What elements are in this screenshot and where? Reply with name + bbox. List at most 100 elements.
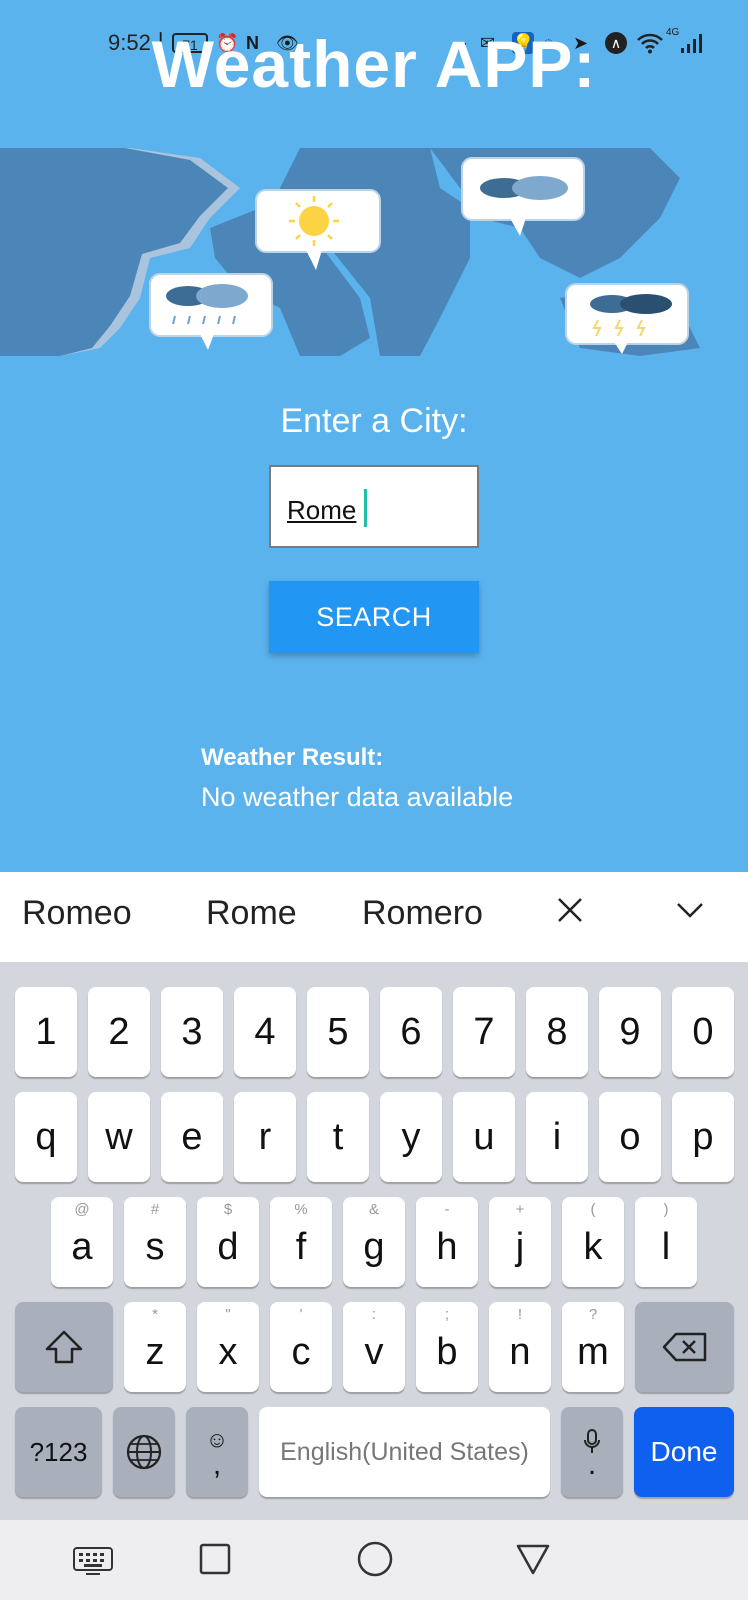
key-label: x [218,1330,238,1373]
shift-icon [45,1330,83,1364]
key-label: k [583,1225,603,1268]
key-hint: ( [590,1201,596,1218]
key-label: 8 [546,1010,568,1053]
key-b[interactable]: ; b [416,1302,478,1392]
key-label: 3 [181,1010,203,1053]
backspace-key[interactable] [635,1302,734,1392]
chevron-down-icon[interactable] [674,900,706,925]
recents-icon[interactable] [198,1542,232,1581]
key-hint: & [368,1201,379,1218]
key-label: 4 [254,1010,276,1053]
key-l[interactable]: ) l [635,1197,697,1287]
key-label: 9 [619,1010,641,1053]
symbols-key[interactable]: ?123 [15,1407,102,1497]
key-n[interactable]: ! n [489,1302,551,1392]
key-label: c [291,1330,311,1373]
suggestion-item[interactable]: Romeo [22,894,132,933]
key-4[interactable]: 4 [234,987,296,1077]
search-button[interactable]: SEARCH [269,581,479,653]
key-d[interactable]: $ d [197,1197,259,1287]
key-3[interactable]: 3 [161,987,223,1077]
thunder-cloud-bubble [565,283,689,354]
shift-key[interactable] [15,1302,113,1392]
key-p[interactable]: p [672,1092,734,1182]
key-label: v [364,1330,384,1373]
key-k[interactable]: (k [562,1197,624,1287]
key-label: 6 [400,1010,422,1053]
key-hint: " [225,1306,231,1323]
suggestion-item[interactable]: Romero [362,894,483,933]
suggestion-item[interactable]: Rome [206,894,297,933]
key-q[interactable]: q [15,1092,77,1182]
key-h[interactable]: -h [416,1197,478,1287]
text-cursor [364,489,367,527]
key-label: u [473,1115,495,1158]
key-label: s [145,1225,165,1268]
key-m[interactable]: ? m [562,1302,624,1392]
key-hint: - [444,1201,450,1218]
key-label: d [217,1225,239,1268]
key-2[interactable]: 2 [88,987,150,1077]
key-label: e [181,1115,203,1158]
globe-icon [126,1434,162,1470]
key-f[interactable]: % f [270,1197,332,1287]
app-title: Weather APP: [151,27,597,101]
key-w[interactable]: w [88,1092,150,1182]
key-label: q [35,1115,57,1158]
key-8[interactable]: 8 [526,987,588,1077]
key-o[interactable]: o [599,1092,661,1182]
result-heading: Weather Result: [201,744,384,771]
language-key[interactable] [113,1407,175,1497]
key-1[interactable]: 1 [15,987,77,1077]
key-s[interactable]: # s [124,1197,186,1287]
backspace-icon [662,1332,706,1362]
key-hint: ' [299,1306,303,1323]
city-input[interactable]: Rome [269,465,479,548]
key-6[interactable]: 6 [380,987,442,1077]
emoji-comma-key[interactable]: ☺ , [186,1407,248,1497]
key-label: t [332,1115,344,1158]
key-9[interactable]: 9 [599,987,661,1077]
key-label: h [436,1225,458,1268]
key-g[interactable]: & g [343,1197,405,1287]
navigation-bar [0,1520,748,1600]
space-key[interactable]: English(United States) [259,1407,550,1497]
home-icon[interactable] [356,1540,394,1583]
close-icon[interactable] [554,894,586,931]
key-hint: $ [223,1201,233,1218]
key-z[interactable]: * z [124,1302,186,1392]
weather-map-illustration [0,148,748,356]
key-5[interactable]: 5 [307,987,369,1077]
done-key[interactable]: Done [634,1407,734,1497]
key-label: 1 [35,1010,57,1053]
key-label: . [587,1448,597,1481]
key-r[interactable]: r [234,1092,296,1182]
back-icon[interactable] [515,1542,551,1581]
key-y[interactable]: y [380,1092,442,1182]
key-label: a [71,1225,93,1268]
key-label: j [515,1225,525,1268]
key-x[interactable]: " x [197,1302,259,1392]
key-label: b [436,1330,458,1373]
mic-period-key[interactable]: . [561,1407,623,1497]
key-0[interactable]: 0 [672,987,734,1077]
key-t[interactable]: t [307,1092,369,1182]
key-label: p [692,1115,714,1158]
key-7[interactable]: 7 [453,987,515,1077]
keyboard-icon[interactable] [72,1546,114,1581]
key-e[interactable]: e [161,1092,223,1182]
key-v[interactable]: :v [343,1302,405,1392]
key-label: m [577,1330,609,1373]
key-i[interactable]: i [526,1092,588,1182]
key-label: 2 [108,1010,130,1053]
key-hint: ! [517,1306,523,1323]
key-a[interactable]: @ a [51,1197,113,1287]
key-u[interactable]: u [453,1092,515,1182]
key-hint: * [152,1306,158,1323]
key-j[interactable]: + j [489,1197,551,1287]
key-label: f [295,1225,307,1268]
result-text: No weather data available [201,782,514,812]
key-label: 5 [327,1010,349,1053]
key-c[interactable]: ' c [270,1302,332,1392]
key-label: l [661,1225,671,1268]
